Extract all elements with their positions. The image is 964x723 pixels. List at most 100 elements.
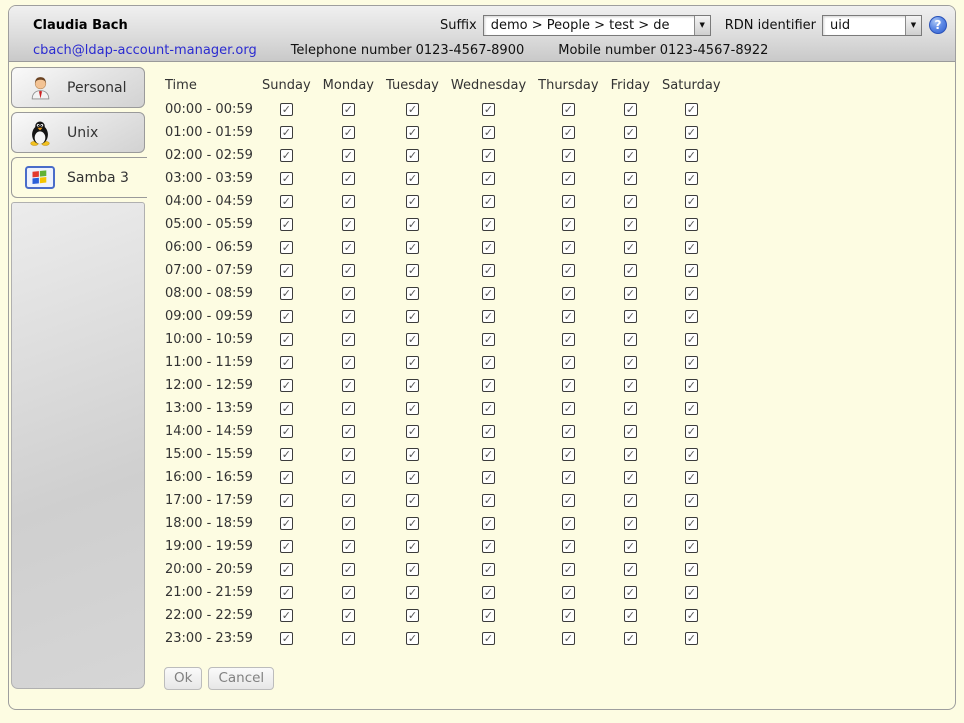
hour-checkbox[interactable]: ✓ (562, 103, 575, 116)
hour-checkbox[interactable]: ✓ (562, 563, 575, 576)
hour-checkbox[interactable]: ✓ (562, 586, 575, 599)
hour-checkbox[interactable]: ✓ (624, 333, 637, 346)
hour-checkbox[interactable]: ✓ (685, 448, 698, 461)
hour-checkbox[interactable]: ✓ (562, 218, 575, 231)
hour-checkbox[interactable]: ✓ (624, 356, 637, 369)
hour-checkbox[interactable]: ✓ (482, 632, 495, 645)
hour-checkbox[interactable]: ✓ (280, 287, 293, 300)
tab-unix[interactable]: Unix (11, 112, 145, 153)
hour-checkbox[interactable]: ✓ (482, 471, 495, 484)
hour-checkbox[interactable]: ✓ (685, 126, 698, 139)
hour-checkbox[interactable]: ✓ (280, 379, 293, 392)
hour-checkbox[interactable]: ✓ (280, 517, 293, 530)
hour-checkbox[interactable]: ✓ (482, 172, 495, 185)
hour-checkbox[interactable]: ✓ (342, 172, 355, 185)
hour-checkbox[interactable]: ✓ (482, 310, 495, 323)
suffix-select[interactable]: demo > People > test > de ▼ (483, 15, 711, 36)
hour-checkbox[interactable]: ✓ (406, 448, 419, 461)
hour-checkbox[interactable]: ✓ (624, 264, 637, 277)
hour-checkbox[interactable]: ✓ (482, 586, 495, 599)
hour-checkbox[interactable]: ✓ (406, 333, 419, 346)
hour-checkbox[interactable]: ✓ (562, 609, 575, 622)
hour-checkbox[interactable]: ✓ (406, 494, 419, 507)
hour-checkbox[interactable]: ✓ (482, 425, 495, 438)
hour-checkbox[interactable]: ✓ (406, 540, 419, 553)
hour-checkbox[interactable]: ✓ (280, 218, 293, 231)
hour-checkbox[interactable]: ✓ (406, 425, 419, 438)
hour-checkbox[interactable]: ✓ (406, 264, 419, 277)
hour-checkbox[interactable]: ✓ (342, 540, 355, 553)
hour-checkbox[interactable]: ✓ (624, 517, 637, 530)
hour-checkbox[interactable]: ✓ (624, 586, 637, 599)
hour-checkbox[interactable]: ✓ (685, 287, 698, 300)
hour-checkbox[interactable]: ✓ (482, 241, 495, 254)
hour-checkbox[interactable]: ✓ (685, 149, 698, 162)
hour-checkbox[interactable]: ✓ (342, 356, 355, 369)
hour-checkbox[interactable]: ✓ (280, 540, 293, 553)
tab-personal[interactable]: Personal (11, 67, 145, 108)
hour-checkbox[interactable]: ✓ (406, 241, 419, 254)
hour-checkbox[interactable]: ✓ (562, 172, 575, 185)
hour-checkbox[interactable]: ✓ (482, 149, 495, 162)
email-link[interactable]: cbach@ldap-account-manager.org (33, 43, 257, 58)
hour-checkbox[interactable]: ✓ (562, 425, 575, 438)
hour-checkbox[interactable]: ✓ (406, 402, 419, 415)
hour-checkbox[interactable]: ✓ (685, 172, 698, 185)
hour-checkbox[interactable]: ✓ (280, 425, 293, 438)
hour-checkbox[interactable]: ✓ (562, 333, 575, 346)
hour-checkbox[interactable]: ✓ (562, 379, 575, 392)
hour-checkbox[interactable]: ✓ (406, 195, 419, 208)
hour-checkbox[interactable]: ✓ (624, 126, 637, 139)
hour-checkbox[interactable]: ✓ (482, 540, 495, 553)
hour-checkbox[interactable]: ✓ (280, 241, 293, 254)
hour-checkbox[interactable]: ✓ (406, 172, 419, 185)
rdn-identifier-select[interactable]: uid ▼ (822, 15, 922, 36)
hour-checkbox[interactable]: ✓ (482, 287, 495, 300)
hour-checkbox[interactable]: ✓ (280, 632, 293, 645)
hour-checkbox[interactable]: ✓ (562, 287, 575, 300)
hour-checkbox[interactable]: ✓ (624, 632, 637, 645)
hour-checkbox[interactable]: ✓ (685, 379, 698, 392)
hour-checkbox[interactable]: ✓ (685, 103, 698, 116)
hour-checkbox[interactable]: ✓ (482, 103, 495, 116)
hour-checkbox[interactable]: ✓ (280, 448, 293, 461)
hour-checkbox[interactable]: ✓ (562, 126, 575, 139)
hour-checkbox[interactable]: ✓ (624, 379, 637, 392)
hour-checkbox[interactable]: ✓ (624, 609, 637, 622)
hour-checkbox[interactable]: ✓ (280, 264, 293, 277)
hour-checkbox[interactable]: ✓ (482, 333, 495, 346)
hour-checkbox[interactable]: ✓ (482, 609, 495, 622)
hour-checkbox[interactable]: ✓ (406, 103, 419, 116)
hour-checkbox[interactable]: ✓ (280, 563, 293, 576)
hour-checkbox[interactable]: ✓ (624, 540, 637, 553)
hour-checkbox[interactable]: ✓ (562, 195, 575, 208)
hour-checkbox[interactable]: ✓ (482, 494, 495, 507)
hour-checkbox[interactable]: ✓ (406, 287, 419, 300)
hour-checkbox[interactable]: ✓ (342, 195, 355, 208)
hour-checkbox[interactable]: ✓ (685, 402, 698, 415)
hour-checkbox[interactable]: ✓ (342, 126, 355, 139)
hour-checkbox[interactable]: ✓ (624, 563, 637, 576)
hour-checkbox[interactable]: ✓ (342, 287, 355, 300)
cancel-button[interactable]: Cancel (208, 667, 274, 690)
hour-checkbox[interactable]: ✓ (342, 149, 355, 162)
hour-checkbox[interactable]: ✓ (685, 195, 698, 208)
hour-checkbox[interactable]: ✓ (685, 241, 698, 254)
hour-checkbox[interactable]: ✓ (624, 172, 637, 185)
hour-checkbox[interactable]: ✓ (562, 632, 575, 645)
hour-checkbox[interactable]: ✓ (685, 218, 698, 231)
hour-checkbox[interactable]: ✓ (482, 563, 495, 576)
hour-checkbox[interactable]: ✓ (562, 517, 575, 530)
hour-checkbox[interactable]: ✓ (685, 264, 698, 277)
hour-checkbox[interactable]: ✓ (685, 632, 698, 645)
hour-checkbox[interactable]: ✓ (685, 609, 698, 622)
hour-checkbox[interactable]: ✓ (342, 241, 355, 254)
hour-checkbox[interactable]: ✓ (482, 218, 495, 231)
hour-checkbox[interactable]: ✓ (342, 448, 355, 461)
hour-checkbox[interactable]: ✓ (280, 149, 293, 162)
hour-checkbox[interactable]: ✓ (482, 126, 495, 139)
hour-checkbox[interactable]: ✓ (624, 471, 637, 484)
hour-checkbox[interactable]: ✓ (280, 172, 293, 185)
hour-checkbox[interactable]: ✓ (406, 471, 419, 484)
hour-checkbox[interactable]: ✓ (280, 126, 293, 139)
